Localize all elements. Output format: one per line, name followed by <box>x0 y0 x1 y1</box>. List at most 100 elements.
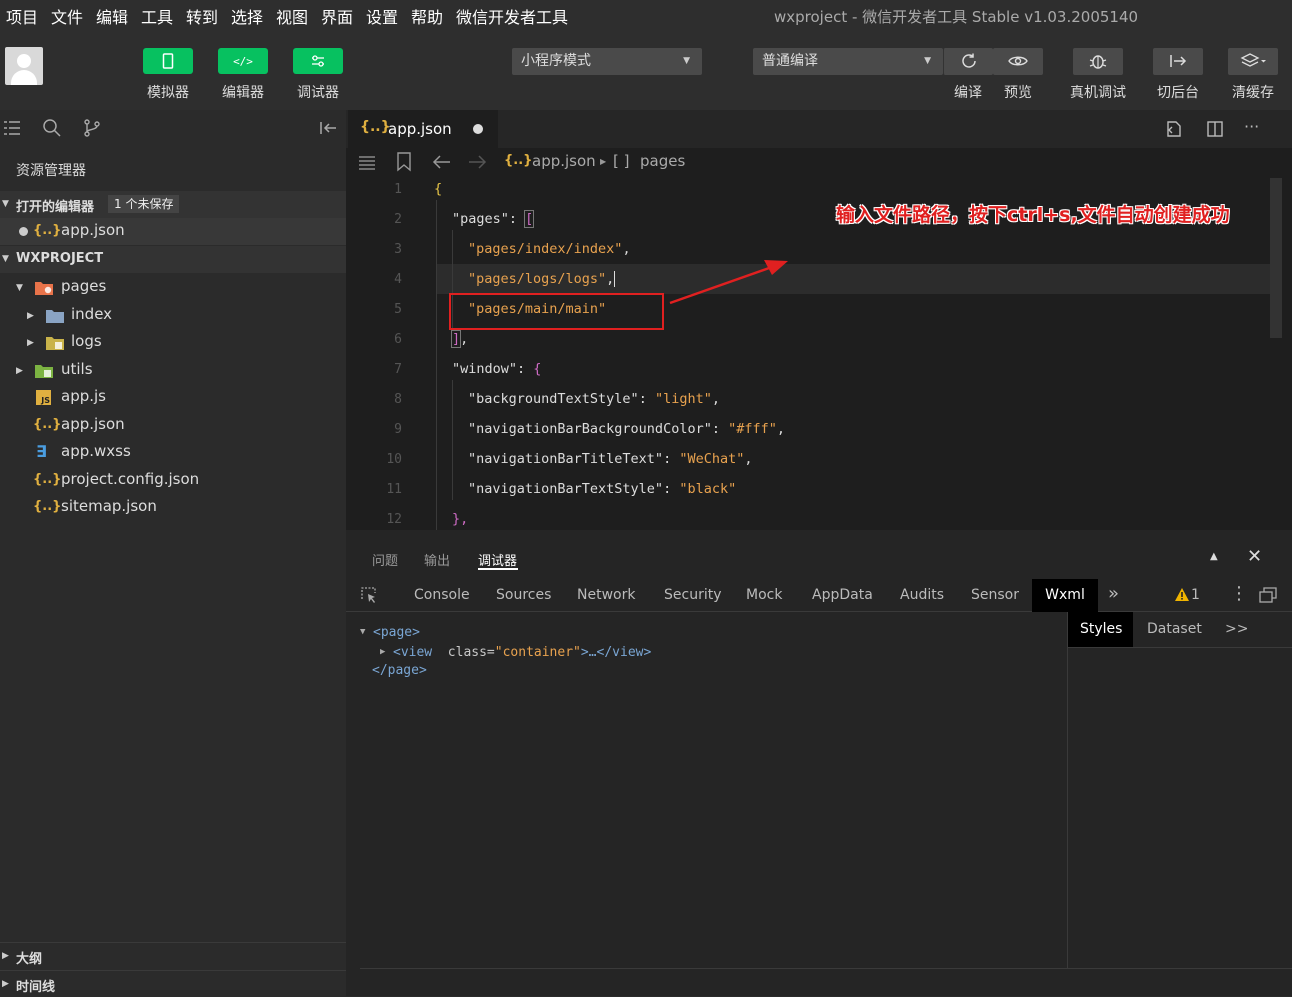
caret-right-icon: ▶ <box>16 366 23 376</box>
menu-edit[interactable]: 编辑 <box>96 4 128 28</box>
caret-down-icon: ▼ <box>2 199 9 209</box>
split-editor-icon[interactable] <box>1205 119 1225 139</box>
tab-mock[interactable]: Mock <box>746 587 782 603</box>
compile-button[interactable] <box>943 48 993 75</box>
project-section[interactable]: ▼ WXPROJECT <box>0 246 346 273</box>
timeline-section[interactable]: ▶ 时间线 <box>0 970 346 997</box>
clear-cache-button[interactable] <box>1228 48 1278 75</box>
remote-debug-button[interactable] <box>1073 48 1123 75</box>
preview-button[interactable] <box>993 48 1043 75</box>
menu-select[interactable]: 选择 <box>231 4 263 28</box>
code-line-10: "navigationBarTitleText": "WeChat", <box>468 451 753 467</box>
simulator-label: 模拟器 <box>147 85 189 101</box>
menu-project[interactable]: 项目 <box>6 4 38 28</box>
menu-interface[interactable]: 界面 <box>321 4 353 28</box>
scrollbar[interactable] <box>1270 178 1282 338</box>
tree-item-utils[interactable]: ▶ utils <box>0 357 346 384</box>
code-line-12: }, <box>452 511 469 527</box>
menu-help[interactable]: 帮助 <box>411 4 443 28</box>
menu-file[interactable]: 文件 <box>51 4 83 28</box>
tab-security[interactable]: Security <box>664 587 722 603</box>
menu-settings[interactable]: 设置 <box>366 4 398 28</box>
menu-tools[interactable]: 工具 <box>141 4 173 28</box>
tree-item-project-config[interactable]: {..} project.config.json <box>0 467 346 494</box>
bookmark-icon[interactable] <box>396 152 412 172</box>
close-icon[interactable]: ✕ <box>1247 546 1262 567</box>
background-button[interactable] <box>1153 48 1203 75</box>
simulator-button[interactable] <box>143 48 193 74</box>
breadcrumb-node[interactable]: pages <box>640 152 685 170</box>
list-icon[interactable] <box>4 118 22 138</box>
tree-item-app-js[interactable]: JS app.js <box>0 384 346 411</box>
kebab-menu-icon[interactable]: ⋮ <box>1230 583 1248 604</box>
debugger-button[interactable] <box>293 48 343 74</box>
tab-sources[interactable]: Sources <box>496 587 551 603</box>
open-editor-item[interactable]: {..} app.json <box>0 218 346 245</box>
source-control-icon[interactable] <box>82 118 102 138</box>
open-editors-section[interactable]: ▼ 打开的编辑器 1 个未保存 <box>0 191 346 218</box>
tab-styles[interactable]: Styles <box>1080 621 1122 637</box>
outline-section[interactable]: ▶ 大纲 <box>0 942 346 969</box>
code-line-2: "pages": [ <box>452 210 535 228</box>
tab-debugger[interactable]: 调试器 <box>478 550 517 569</box>
maximize-panel-icon[interactable]: ▲ <box>1210 551 1218 562</box>
tab-sensor[interactable]: Sensor <box>971 587 1019 603</box>
list-icon[interactable] <box>358 153 376 171</box>
tab-console[interactable]: Console <box>414 587 470 603</box>
tab-audits[interactable]: Audits <box>900 587 944 603</box>
collapse-panel-icon[interactable] <box>318 118 338 138</box>
project-label: WXPROJECT <box>16 251 104 266</box>
tab-app-json[interactable]: {..} app.json <box>348 110 498 148</box>
tab-network[interactable]: Network <box>577 587 635 603</box>
tree-item-app-wxss[interactable]: ∃ app.wxss <box>0 439 346 466</box>
breadcrumb-file[interactable]: app.json <box>532 152 596 170</box>
tab-output[interactable]: 输出 <box>424 550 450 569</box>
mode-select[interactable]: 小程序模式 ▼ <box>512 48 702 75</box>
inspect-element-icon[interactable] <box>360 586 378 604</box>
clear-cache-label: 清缓存 <box>1232 85 1274 101</box>
tab-problems[interactable]: 问题 <box>372 550 398 569</box>
open-changes-icon[interactable] <box>1164 119 1184 139</box>
tree-item-index[interactable]: ▶ index <box>0 302 346 329</box>
search-icon[interactable] <box>42 118 62 138</box>
remote-debug-label: 真机调试 <box>1070 85 1126 101</box>
dom-page-close[interactable]: </page> <box>372 663 427 678</box>
caret-down-icon[interactable]: ▼ <box>360 627 365 637</box>
code-icon: </> <box>233 55 253 68</box>
more-tabs-icon[interactable]: » <box>1108 583 1119 604</box>
avatar[interactable] <box>5 47 43 85</box>
undock-icon[interactable] <box>1259 587 1277 603</box>
menu-view[interactable]: 视图 <box>276 4 308 28</box>
forward-arrow-icon[interactable] <box>467 153 487 171</box>
json-file-icon: {..} <box>33 223 62 238</box>
code-editor[interactable]: 1 2 3 4 5 6 7 8 9 10 11 12 { "pages": [ … <box>346 178 1292 530</box>
more-tabs-icon[interactable]: >> <box>1225 621 1248 637</box>
line-number: 10 <box>386 452 402 467</box>
menu-bar: 项目 文件 编辑 工具 转到 选择 视图 界面 设置 帮助 微信开发者工具 wx… <box>0 0 1292 30</box>
dom-view-node[interactable]: <view class="container">…</view> <box>393 645 651 660</box>
tree-item-pages[interactable]: ▼ pages <box>0 274 346 301</box>
tree-item-sitemap[interactable]: {..} sitemap.json <box>0 494 346 521</box>
unsaved-dot-icon <box>19 227 28 236</box>
tab-wxml[interactable]: Wxml <box>1032 579 1098 612</box>
preview-label: 预览 <box>1004 85 1032 101</box>
unsaved-dot-icon[interactable] <box>473 124 483 134</box>
tab-appdata[interactable]: AppData <box>812 587 873 603</box>
menu-goto[interactable]: 转到 <box>186 4 218 28</box>
caret-right-icon[interactable]: ▶ <box>380 647 385 657</box>
caret-down-icon: ▼ <box>2 254 9 264</box>
tree-item-app-json[interactable]: {..} app.json <box>0 412 346 439</box>
more-actions-icon[interactable]: ··· <box>1244 117 1259 136</box>
editor-button[interactable]: </> <box>218 48 268 74</box>
tree-item-logs[interactable]: ▶ logs <box>0 329 346 356</box>
tab-dataset[interactable]: Dataset <box>1147 621 1202 637</box>
timeline-label: 时间线 <box>16 980 56 995</box>
window-title: wxproject - 微信开发者工具 Stable v1.03.2005140 <box>774 8 1139 26</box>
eye-icon <box>1008 56 1028 66</box>
compile-mode-select[interactable]: 普通编译 ▼ <box>753 48 943 75</box>
back-arrow-icon[interactable] <box>432 153 452 171</box>
menu-wechat-devtools[interactable]: 微信开发者工具 <box>456 4 568 28</box>
tree-item-label: sitemap.json <box>61 497 157 515</box>
warning-count[interactable]: 1 <box>1191 587 1200 603</box>
dom-page-open[interactable]: <page> <box>373 625 420 640</box>
